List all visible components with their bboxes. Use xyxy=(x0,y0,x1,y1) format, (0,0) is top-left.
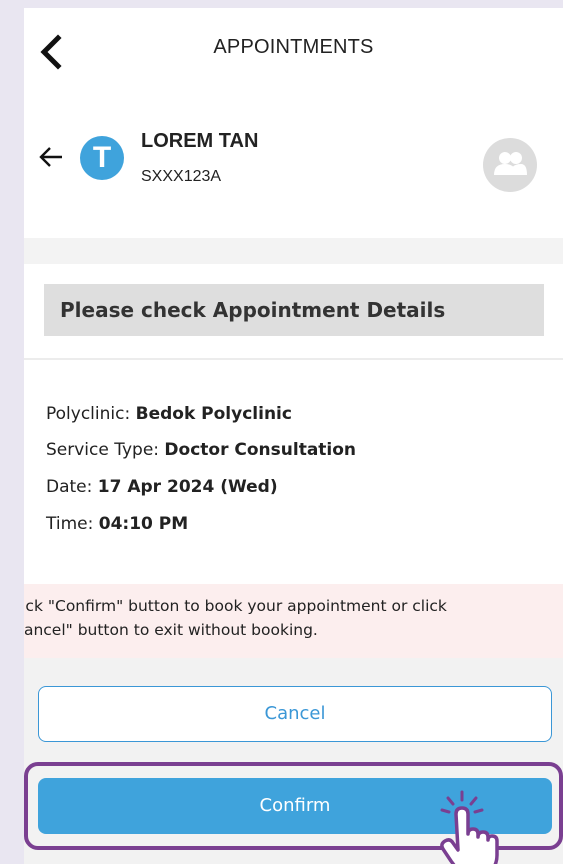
info-label: Date: xyxy=(46,477,93,497)
top-bar: APPOINTMENTS xyxy=(24,8,563,94)
details-heading: Please check Appointment Details xyxy=(44,284,544,336)
notice-line-2: "Cancel" button to exit without booking. xyxy=(24,621,318,639)
family-members-button[interactable] xyxy=(483,138,537,192)
info-label: Polyclinic: xyxy=(46,404,131,424)
details-section: Please check Appointment Details xyxy=(24,264,563,360)
info-value: Bedok Polyclinic xyxy=(135,404,292,424)
patient-id: SXXX123A xyxy=(141,168,222,185)
notice-line-1: Click "Confirm" button to book your appo… xyxy=(24,597,447,615)
info-value: Doctor Consultation xyxy=(164,440,357,460)
arrow-left-icon[interactable] xyxy=(38,144,64,170)
info-row-polyclinic: Polyclinic: Bedok Polyclinic xyxy=(46,404,292,424)
confirm-button[interactable]: Confirm xyxy=(38,778,552,834)
info-row-date: Date: 17 Apr 2024 (Wed) xyxy=(46,477,278,497)
section-divider xyxy=(24,238,563,264)
booking-notice: Click "Confirm" button to book your appo… xyxy=(24,584,563,658)
cancel-button[interactable]: Cancel xyxy=(38,686,552,742)
action-area: Cancel Confirm xyxy=(24,658,563,864)
info-row-time: Time: 04:10 PM xyxy=(46,514,188,534)
family-members-icon xyxy=(494,152,527,175)
avatar: T xyxy=(80,136,124,180)
app-screen: APPOINTMENTS T LOREM TAN SXXX123A Please… xyxy=(24,8,563,864)
info-value: 17 Apr 2024 (Wed) xyxy=(97,477,278,497)
page-title: APPOINTMENTS xyxy=(213,36,374,58)
info-label: Time: xyxy=(46,514,94,534)
patient-bar: T LOREM TAN SXXX123A xyxy=(24,112,563,238)
info-label: Service Type: xyxy=(46,440,160,460)
appointment-info: Polyclinic: Bedok Polyclinic Service Typ… xyxy=(24,360,563,584)
patient-name: LOREM TAN xyxy=(141,130,259,152)
info-value: 04:10 PM xyxy=(98,514,189,534)
info-row-service-type: Service Type: Doctor Consultation xyxy=(46,440,356,460)
